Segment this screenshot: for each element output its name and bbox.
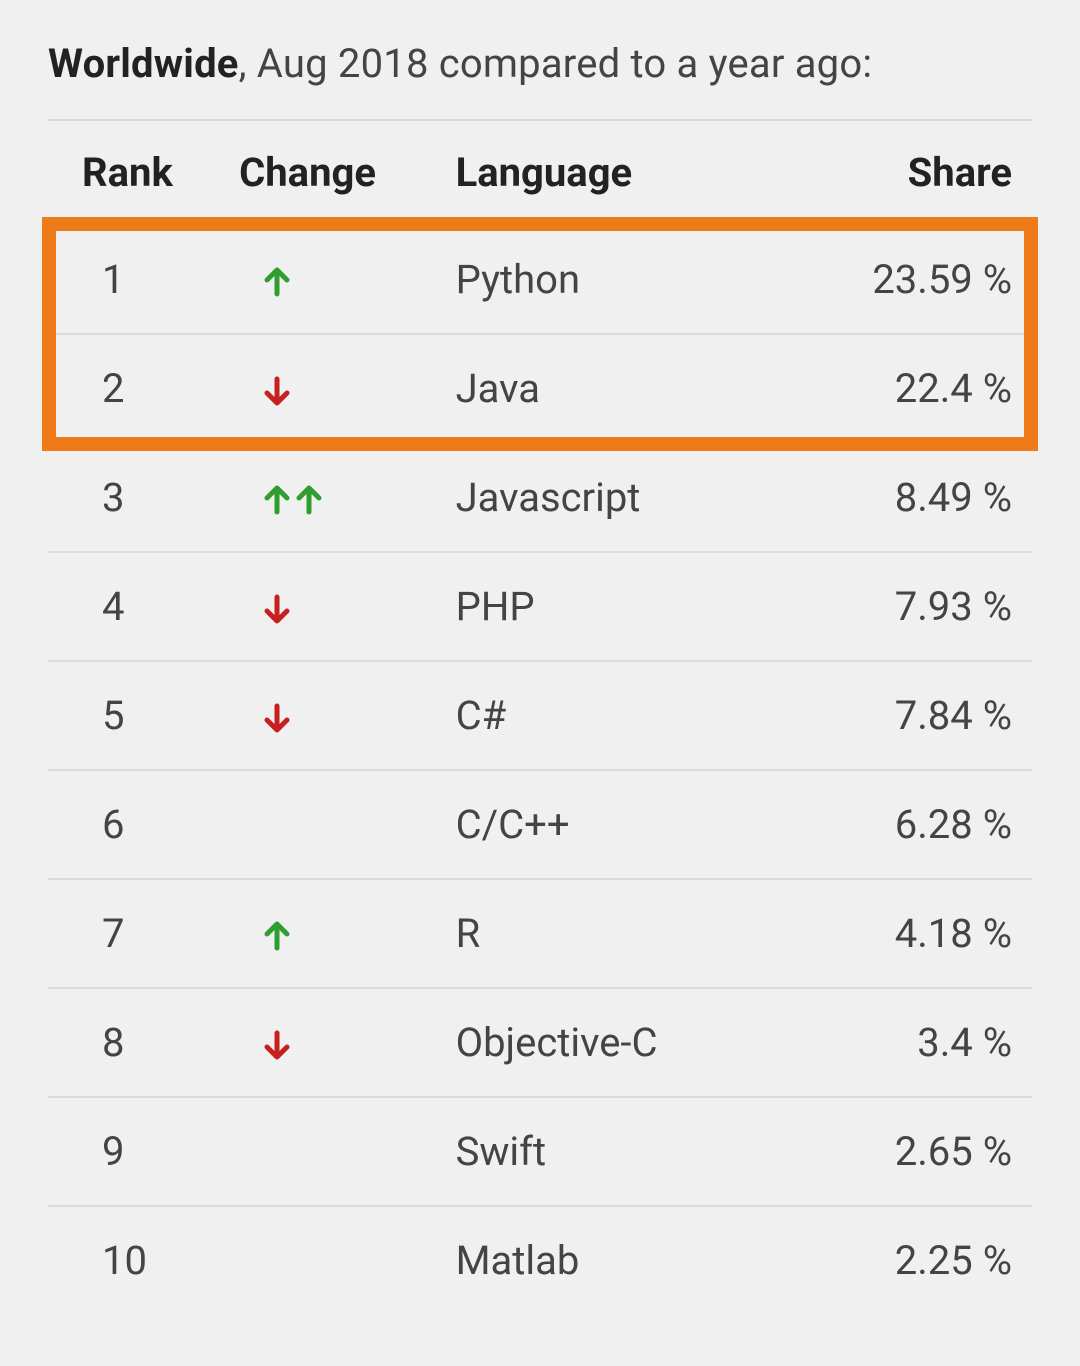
cell-change: [225, 879, 441, 988]
cell-rank: 2: [48, 334, 225, 443]
table-row: 4 PHP7.93 %: [48, 552, 1032, 661]
cell-language: Objective-C: [442, 988, 786, 1097]
arrow-up-icon: [259, 482, 295, 518]
col-header-rank: Rank: [48, 121, 225, 225]
cell-change: [225, 1097, 441, 1206]
table-row: 6 C/C++6.28 %: [48, 770, 1032, 879]
arrow-down-icon: [259, 700, 295, 736]
table-row: 8 Objective-C3.4 %: [48, 988, 1032, 1097]
cell-rank: 10: [48, 1206, 225, 1314]
title-subtitle: , Aug 2018 compared to a year ago:: [239, 40, 873, 87]
table-row: 9 Swift2.65 %: [48, 1097, 1032, 1206]
cell-language: C/C++: [442, 770, 786, 879]
cell-change: [225, 770, 441, 879]
cell-share: 8.49 %: [786, 443, 1032, 552]
ranking-table: Rank Change Language Share 1 Python23.59 …: [48, 121, 1032, 1314]
table-row: 2 Java22.4 %: [48, 334, 1032, 443]
cell-change: [225, 661, 441, 770]
table-row: 10 Matlab2.25 %: [48, 1206, 1032, 1314]
cell-rank: 1: [48, 225, 225, 334]
page-container: Worldwide, Aug 2018 compared to a year a…: [0, 0, 1080, 1354]
cell-change: [225, 443, 441, 552]
table-row: 7 R4.18 %: [48, 879, 1032, 988]
cell-language: Matlab: [442, 1206, 786, 1314]
cell-change: [225, 225, 441, 334]
arrow-up-icon: [259, 264, 295, 300]
cell-share: 7.84 %: [786, 661, 1032, 770]
arrow-down-icon: [259, 373, 295, 409]
page-title: Worldwide, Aug 2018 compared to a year a…: [48, 40, 1032, 87]
cell-language: Swift: [442, 1097, 786, 1206]
cell-language: PHP: [442, 552, 786, 661]
arrow-down-icon: [259, 1027, 295, 1063]
cell-rank: 4: [48, 552, 225, 661]
cell-rank: 7: [48, 879, 225, 988]
cell-change: [225, 988, 441, 1097]
cell-change: [225, 334, 441, 443]
cell-share: 2.25 %: [786, 1206, 1032, 1314]
table-row: 1 Python23.59 %: [48, 225, 1032, 334]
cell-rank: 6: [48, 770, 225, 879]
table-row: 3 Javascript8.49 %: [48, 443, 1032, 552]
cell-language: Java: [442, 334, 786, 443]
table-header-row: Rank Change Language Share: [48, 121, 1032, 225]
arrow-up-icon: [291, 482, 327, 518]
cell-rank: 9: [48, 1097, 225, 1206]
table-row: 5 C#7.84 %: [48, 661, 1032, 770]
cell-share: 2.65 %: [786, 1097, 1032, 1206]
cell-rank: 3: [48, 443, 225, 552]
table-wrapper: Rank Change Language Share 1 Python23.59 …: [48, 121, 1032, 1314]
arrow-up-icon: [259, 918, 295, 954]
cell-language: R: [442, 879, 786, 988]
arrow-down-icon: [259, 591, 295, 627]
cell-language: Python: [442, 225, 786, 334]
cell-change: [225, 1206, 441, 1314]
cell-language: Javascript: [442, 443, 786, 552]
cell-share: 23.59 %: [786, 225, 1032, 334]
col-header-language: Language: [442, 121, 786, 225]
cell-rank: 5: [48, 661, 225, 770]
cell-share: 6.28 %: [786, 770, 1032, 879]
cell-share: 7.93 %: [786, 552, 1032, 661]
cell-rank: 8: [48, 988, 225, 1097]
title-region: Worldwide: [48, 40, 239, 87]
cell-share: 22.4 %: [786, 334, 1032, 443]
cell-language: C#: [442, 661, 786, 770]
cell-share: 4.18 %: [786, 879, 1032, 988]
col-header-change: Change: [225, 121, 441, 225]
col-header-share: Share: [786, 121, 1032, 225]
cell-change: [225, 552, 441, 661]
cell-share: 3.4 %: [786, 988, 1032, 1097]
